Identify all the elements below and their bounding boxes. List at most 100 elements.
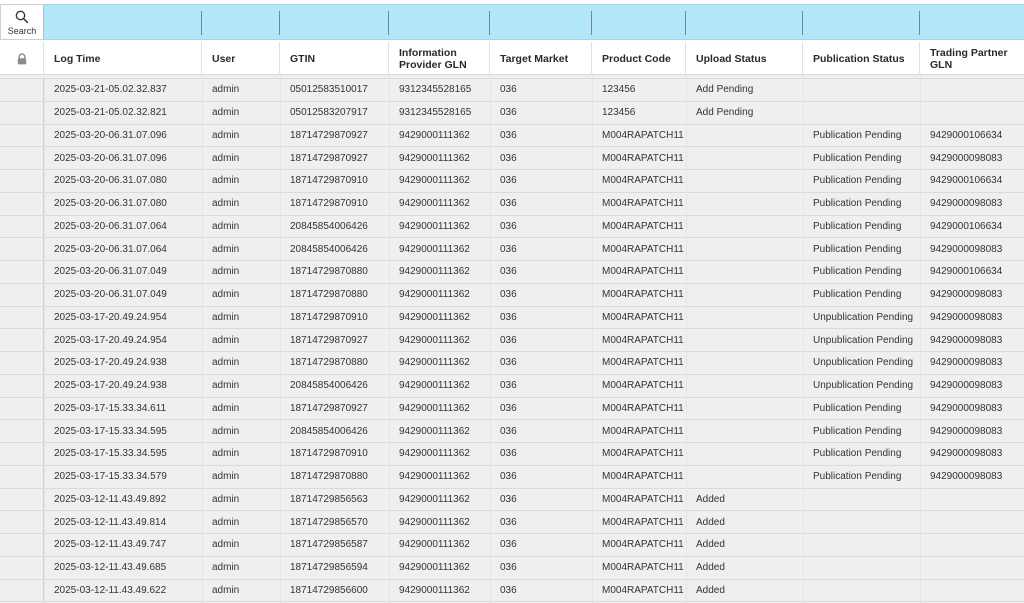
cell-gtin: 18714729856587 — [290, 539, 368, 551]
filter-information-provider-gln[interactable] — [389, 4, 490, 40]
table-row[interactable]: 2025-03-17-15.33.34.611 admin 187147298709… — [0, 397, 1024, 421]
filter-product-code[interactable] — [592, 4, 686, 40]
cell-gtin: 18714729856594 — [290, 562, 368, 574]
cell-trading-partner-gln — [920, 79, 1024, 101]
table-row[interactable]: 2025-03-17-20.49.24.954 admin 187147298709… — [0, 306, 1024, 330]
row-selector[interactable] — [0, 79, 44, 101]
row-selector[interactable] — [0, 579, 44, 602]
cell-user: admin — [212, 107, 240, 119]
table-row[interactable]: 2025-03-20-06.31.07.080 admin 187147298709… — [0, 170, 1024, 193]
table-row[interactable]: 2025-03-20-06.31.07.096 admin 187147298709… — [0, 147, 1024, 170]
column-header-publication-status[interactable]: Publication Status — [803, 42, 920, 75]
table-row[interactable]: 2025-03-12-11.43.49.747 admin 187147298565… — [0, 534, 1024, 557]
cell-gtin: 20845854006426 — [290, 243, 368, 255]
cell-user: admin — [212, 562, 240, 574]
filter-log-time[interactable] — [44, 4, 202, 40]
row-selector[interactable] — [0, 443, 44, 465]
table-row[interactable]: 2025-03-17-20.49.24.938 admin 208458540064… — [0, 374, 1024, 398]
table-row[interactable]: 2025-03-17-15.33.34.595 admin 208458540064… — [0, 420, 1024, 443]
filter-gtin[interactable] — [280, 4, 389, 40]
table-row[interactable]: 2025-03-21-05.02.32.837 admin 050125835100… — [0, 79, 1024, 102]
column-header-target-market[interactable]: Target Market — [490, 42, 592, 75]
cell-product-code: M004RAPATCH11 — [602, 152, 684, 164]
table-row[interactable]: 2025-03-20-06.31.07.049 admin 187147298708… — [0, 283, 1024, 307]
row-selector[interactable] — [0, 238, 44, 260]
cell-information-provider-gln: 9429000111362 — [399, 175, 470, 187]
row-selector[interactable] — [0, 124, 44, 147]
cell-user: admin — [212, 584, 240, 596]
table-row[interactable]: 2025-03-20-06.31.07.080 admin 187147298709… — [0, 192, 1024, 216]
cell-product-code: M004RAPATCH11 — [602, 243, 684, 255]
cell-upload-status: Added — [696, 584, 725, 596]
table-row[interactable]: 2025-03-17-15.33.34.595 admin 187147298709… — [0, 443, 1024, 466]
filter-publication-status[interactable] — [803, 4, 920, 40]
table-row[interactable]: 2025-03-12-11.43.49.622 admin 187147298566… — [0, 579, 1024, 603]
column-header-log-time[interactable]: Log Time — [44, 42, 202, 75]
table-row[interactable]: 2025-03-20-06.31.07.049 admin 187147298708… — [0, 261, 1024, 284]
cell-target-market: 036 — [500, 175, 517, 187]
cell-log-time: 2025-03-17-15.33.34.579 — [54, 471, 167, 483]
cell-product-code: M004RAPATCH11 — [602, 493, 684, 505]
row-selector[interactable] — [0, 147, 44, 169]
column-header-information-provider-gln[interactable]: Information Provider GLN — [389, 42, 490, 75]
grid-header: Log Time User GTIN Information Provider … — [0, 42, 1024, 75]
row-selector[interactable] — [0, 101, 44, 124]
row-selector[interactable] — [0, 306, 44, 329]
column-header-trading-partner-gln[interactable]: Trading Partner GLN — [920, 42, 1024, 75]
table-row[interactable]: 2025-03-21-05.02.32.821 admin 050125832079… — [0, 101, 1024, 125]
cell-user: admin — [212, 448, 240, 460]
column-header-upload-status[interactable]: Upload Status — [686, 42, 803, 75]
row-selector[interactable] — [0, 465, 44, 488]
search-button[interactable]: Search — [0, 4, 44, 40]
row-selector[interactable] — [0, 397, 44, 420]
cell-information-provider-gln: 9429000111362 — [399, 539, 470, 551]
table-row[interactable]: 2025-03-12-11.43.49.892 admin 187147298565… — [0, 488, 1024, 512]
table-row[interactable]: 2025-03-20-06.31.07.064 admin 208458540064… — [0, 215, 1024, 239]
filter-row: Search — [0, 4, 1024, 40]
column-header-gtin[interactable]: GTIN — [280, 42, 389, 75]
cell-log-time: 2025-03-20-06.31.07.064 — [54, 243, 167, 255]
row-selector[interactable] — [0, 170, 44, 192]
table-row[interactable]: 2025-03-17-20.49.24.938 admin 187147298708… — [0, 352, 1024, 375]
table-row[interactable]: 2025-03-12-11.43.49.685 admin 187147298565… — [0, 556, 1024, 580]
row-selector[interactable] — [0, 534, 44, 556]
row-selector[interactable] — [0, 215, 44, 238]
row-selector[interactable] — [0, 511, 44, 533]
row-selector[interactable] — [0, 192, 44, 215]
cell-user: admin — [212, 220, 240, 232]
cell-log-time: 2025-03-20-06.31.07.080 — [54, 198, 167, 210]
table-row[interactable]: 2025-03-20-06.31.07.064 admin 208458540064… — [0, 238, 1024, 261]
table-row[interactable]: 2025-03-12-11.43.49.814 admin 187147298565… — [0, 511, 1024, 534]
filter-user[interactable] — [202, 4, 280, 40]
cell-product-code: M004RAPATCH11 — [602, 562, 684, 574]
row-selector[interactable] — [0, 420, 44, 442]
cell-upload-status: Added — [696, 562, 725, 574]
cell-upload-status: Add Pending — [696, 84, 754, 96]
row-selector[interactable] — [0, 261, 44, 283]
table-row[interactable]: 2025-03-17-15.33.34.579 admin 187147298708… — [0, 465, 1024, 489]
column-header-user[interactable]: User — [202, 42, 280, 75]
cell-user: admin — [212, 266, 240, 278]
cell-log-time: 2025-03-20-06.31.07.049 — [54, 266, 167, 278]
filter-target-market[interactable] — [490, 4, 592, 40]
filter-trading-partner-gln[interactable] — [920, 4, 1024, 40]
cell-gtin: 18714729870910 — [290, 311, 368, 323]
row-selector[interactable] — [0, 329, 44, 351]
cell-gtin: 20845854006426 — [290, 220, 368, 232]
column-header-lock[interactable] — [0, 42, 44, 75]
column-header-product-code[interactable]: Product Code — [592, 42, 686, 75]
row-selector[interactable] — [0, 374, 44, 397]
cell-user: admin — [212, 152, 240, 164]
row-selector[interactable] — [0, 283, 44, 306]
cell-information-provider-gln: 9429000111362 — [399, 266, 470, 278]
table-row[interactable]: 2025-03-17-20.49.24.954 admin 187147298709… — [0, 329, 1024, 352]
row-selector[interactable] — [0, 352, 44, 374]
cell-log-time: 2025-03-21-05.02.32.821 — [54, 107, 167, 119]
cell-target-market: 036 — [500, 129, 517, 141]
row-selector[interactable] — [0, 556, 44, 579]
row-selector[interactable] — [0, 488, 44, 511]
filter-upload-status[interactable] — [686, 4, 803, 40]
cell-user: admin — [212, 129, 240, 141]
table-row[interactable]: 2025-03-20-06.31.07.096 admin 187147298709… — [0, 124, 1024, 148]
cell-upload-status — [686, 261, 803, 283]
